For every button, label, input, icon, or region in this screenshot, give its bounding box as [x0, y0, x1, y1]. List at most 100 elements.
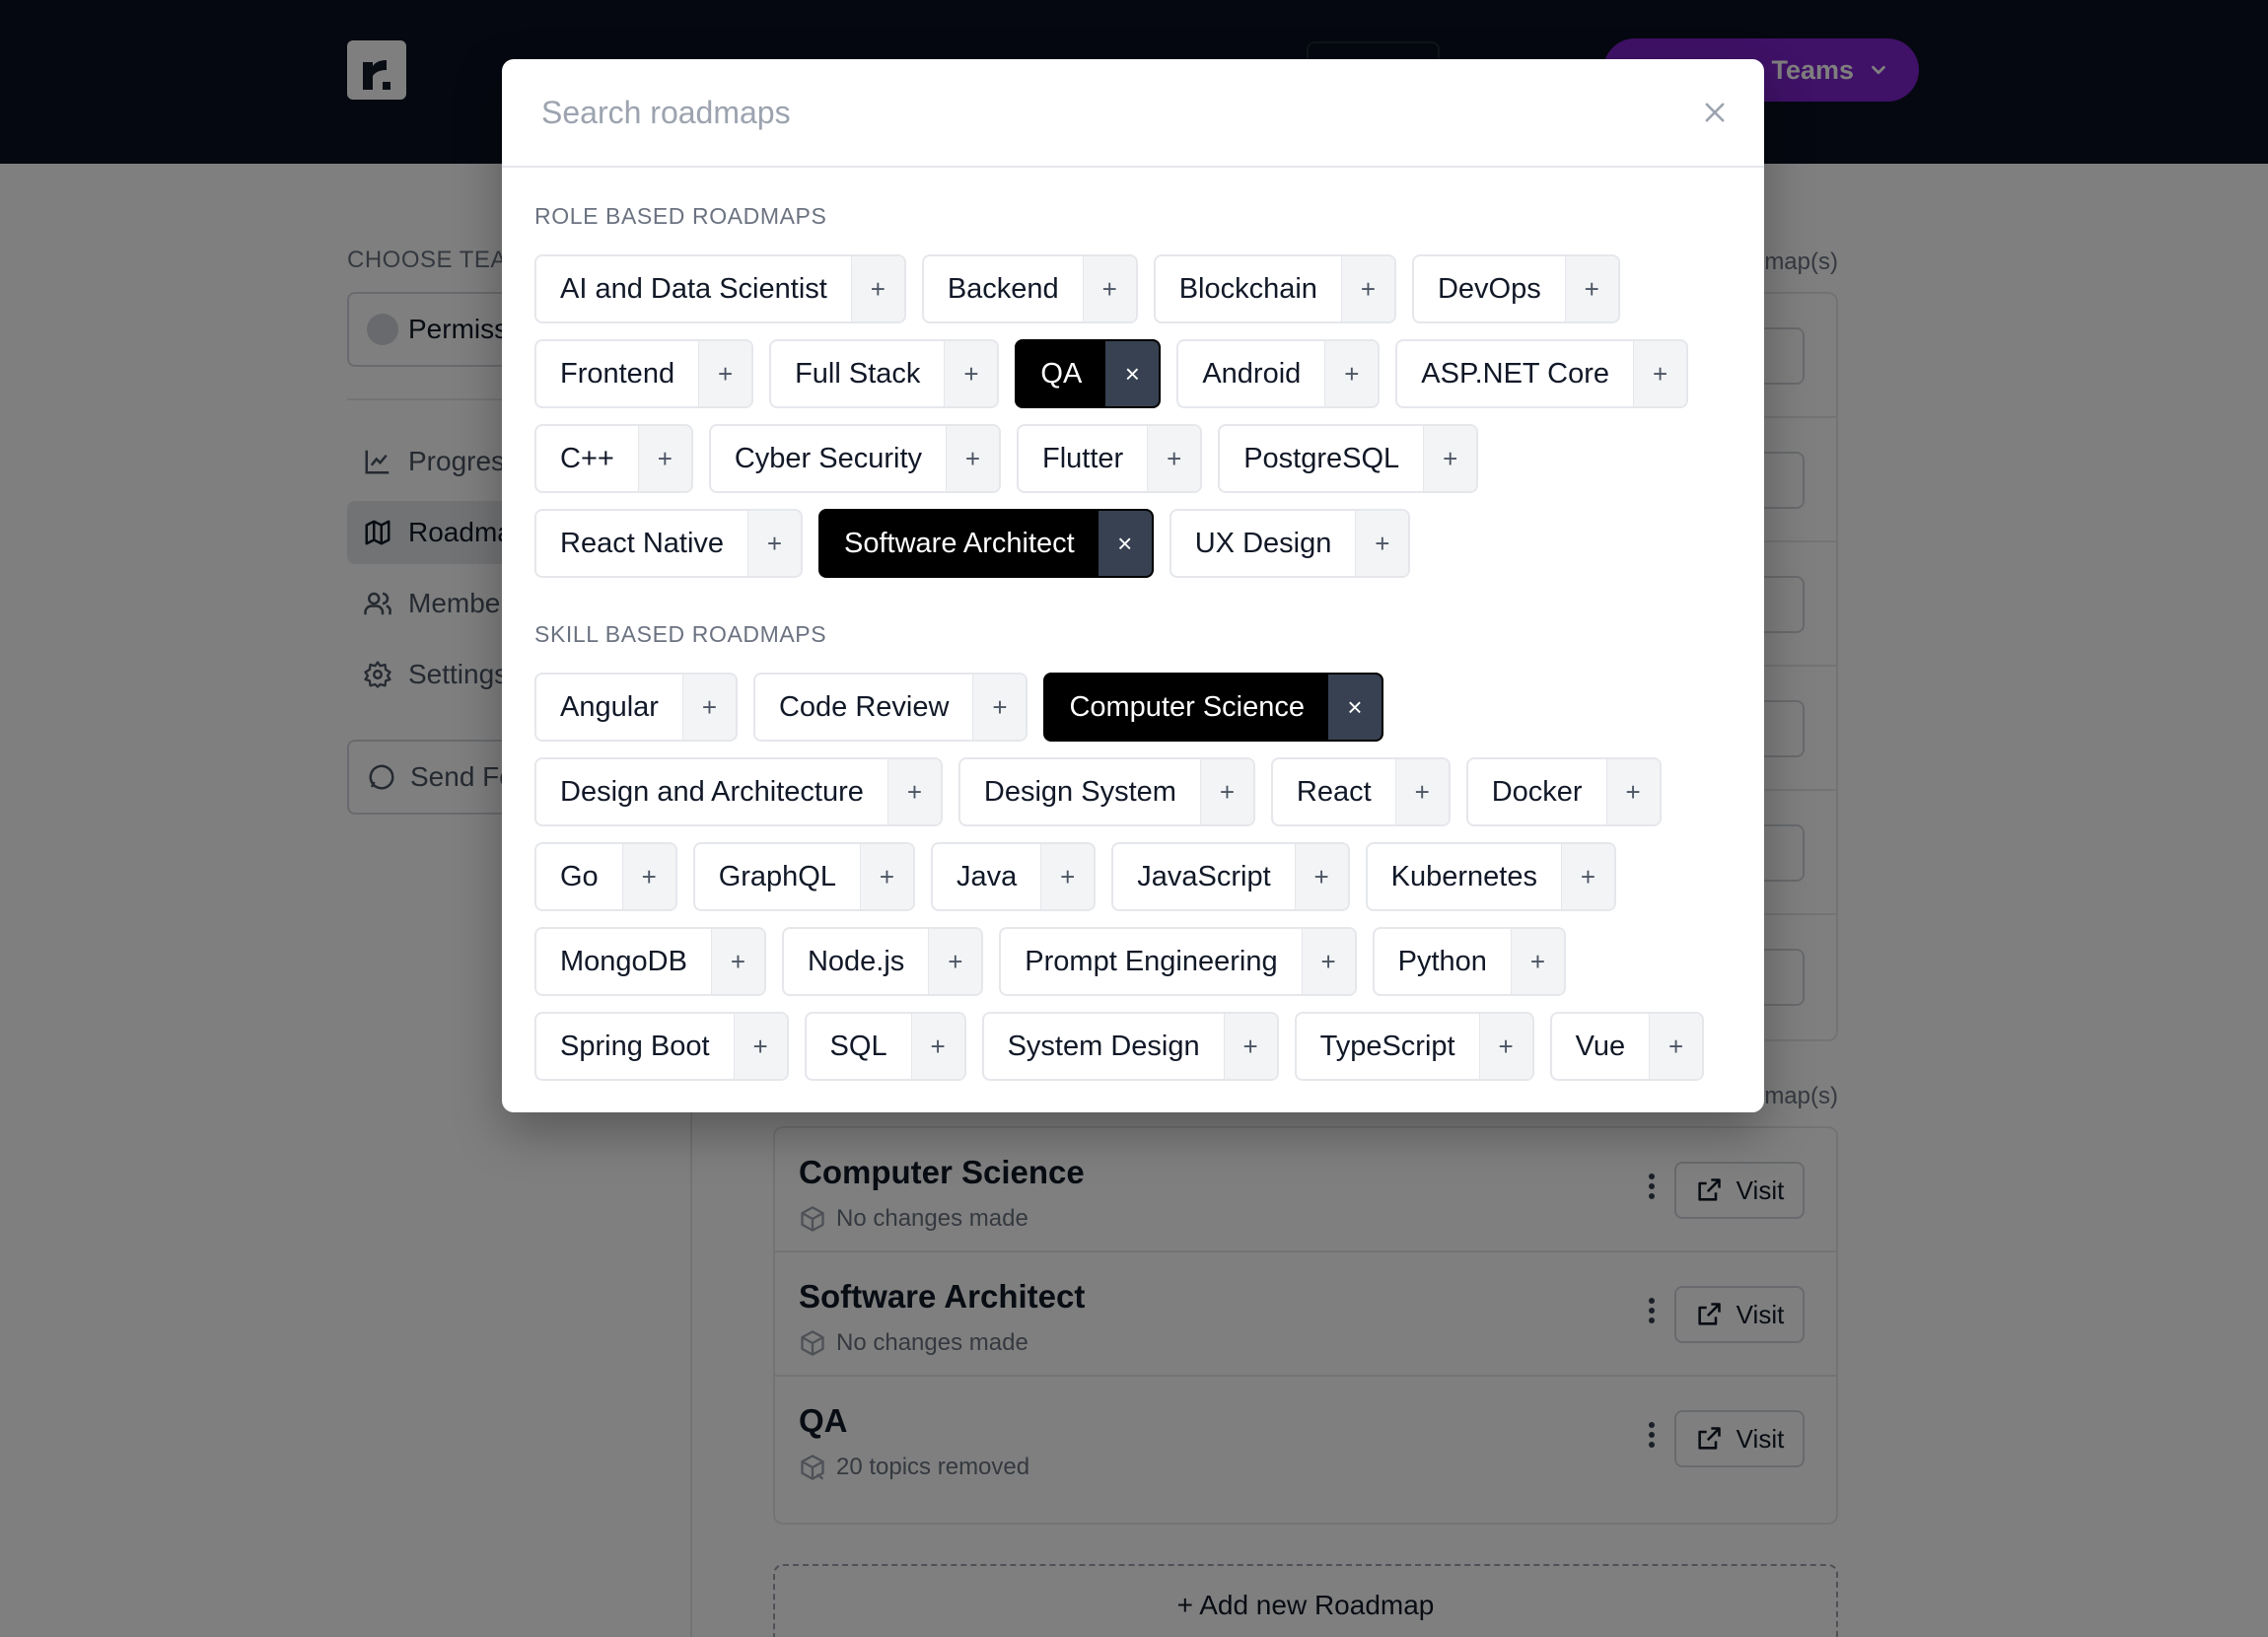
- roadmap-chip-label[interactable]: C++: [536, 426, 638, 491]
- roadmap-chip-design-and-architecture[interactable]: Design and Architecture +: [534, 757, 943, 826]
- roadmap-chip-kubernetes[interactable]: Kubernetes +: [1365, 842, 1616, 911]
- add-roadmap-button[interactable]: +: [1324, 341, 1379, 406]
- roadmap-chip-label[interactable]: Cyber Security: [711, 426, 946, 491]
- roadmap-chip-frontend[interactable]: Frontend +: [534, 339, 754, 408]
- roadmap-chip-java[interactable]: Java +: [930, 842, 1097, 911]
- roadmap-chip-label[interactable]: Spring Boot: [536, 1014, 734, 1079]
- add-roadmap-button[interactable]: +: [944, 341, 998, 406]
- roadmap-chip-javascript[interactable]: JavaScript +: [1111, 842, 1350, 911]
- roadmap-chip-typescript[interactable]: TypeScript +: [1294, 1012, 1534, 1081]
- roadmap-chip-full-stack[interactable]: Full Stack +: [769, 339, 1000, 408]
- roadmap-chip-label[interactable]: DevOps: [1414, 256, 1565, 321]
- roadmap-chip-label[interactable]: Frontend: [536, 341, 698, 406]
- roadmap-chip-go[interactable]: Go +: [534, 842, 677, 911]
- roadmap-chip-label[interactable]: Computer Science: [1045, 675, 1328, 740]
- roadmap-chip-label[interactable]: Blockchain: [1156, 256, 1341, 321]
- roadmap-chip-software-architect[interactable]: Software Architect ×: [818, 509, 1154, 578]
- add-roadmap-button[interactable]: +: [747, 511, 802, 576]
- roadmap-chip-react-native[interactable]: React Native +: [534, 509, 804, 578]
- roadmap-chip-label[interactable]: System Design: [984, 1014, 1224, 1079]
- roadmap-chip-label[interactable]: SQL: [807, 1014, 911, 1079]
- add-roadmap-button[interactable]: +: [972, 675, 1027, 740]
- add-roadmap-button[interactable]: +: [1147, 426, 1201, 491]
- add-roadmap-button[interactable]: +: [1294, 844, 1348, 909]
- roadmap-chip-label[interactable]: Android: [1178, 341, 1324, 406]
- roadmap-chip-label[interactable]: Code Review: [755, 675, 972, 740]
- roadmap-chip-label[interactable]: Vue: [1552, 1014, 1650, 1079]
- add-roadmap-button[interactable]: +: [1510, 929, 1564, 994]
- roadmap-chip-angular[interactable]: Angular +: [534, 673, 738, 742]
- add-roadmap-button[interactable]: +: [1040, 844, 1095, 909]
- add-roadmap-button[interactable]: +: [1082, 256, 1136, 321]
- roadmap-chip-qa[interactable]: QA ×: [1015, 339, 1162, 408]
- remove-roadmap-button[interactable]: ×: [1105, 341, 1160, 406]
- add-roadmap-button[interactable]: +: [681, 675, 736, 740]
- roadmap-chip-label[interactable]: PostgreSQL: [1220, 426, 1423, 491]
- remove-roadmap-button[interactable]: ×: [1098, 511, 1152, 576]
- roadmap-chip-label[interactable]: AI and Data Scientist: [536, 256, 851, 321]
- add-roadmap-button[interactable]: +: [1560, 844, 1614, 909]
- roadmap-chip-label[interactable]: Docker: [1468, 759, 1606, 824]
- add-roadmap-button[interactable]: +: [1199, 759, 1253, 824]
- roadmap-chip-label[interactable]: Python: [1375, 929, 1511, 994]
- add-roadmap-button[interactable]: +: [1340, 256, 1394, 321]
- add-roadmap-button[interactable]: +: [1355, 511, 1409, 576]
- roadmap-chip-label[interactable]: Java: [933, 844, 1040, 909]
- roadmap-chip-label[interactable]: Full Stack: [771, 341, 944, 406]
- roadmap-chip-label[interactable]: Design and Architecture: [536, 759, 887, 824]
- roadmap-chip-node-js[interactable]: Node.js +: [781, 927, 984, 996]
- add-roadmap-button[interactable]: +: [886, 759, 941, 824]
- roadmap-chip-label[interactable]: Kubernetes: [1368, 844, 1561, 909]
- roadmap-chip-label[interactable]: MongoDB: [536, 929, 711, 994]
- search-input[interactable]: [541, 85, 1626, 140]
- roadmap-chip-asp-net-core[interactable]: ASP.NET Core +: [1395, 339, 1689, 408]
- roadmap-chip-docker[interactable]: Docker +: [1465, 757, 1662, 826]
- add-roadmap-button[interactable]: +: [733, 1014, 787, 1079]
- roadmap-chip-label[interactable]: ASP.NET Core: [1397, 341, 1633, 406]
- roadmap-chip-vue[interactable]: Vue +: [1549, 1012, 1705, 1081]
- remove-roadmap-button[interactable]: ×: [1328, 675, 1382, 740]
- roadmap-chip-label[interactable]: React: [1273, 759, 1395, 824]
- roadmap-chip-label[interactable]: Design System: [960, 759, 1200, 824]
- roadmap-chip-graphql[interactable]: GraphQL +: [692, 842, 915, 911]
- add-roadmap-button[interactable]: +: [710, 929, 764, 994]
- roadmap-chip-label[interactable]: QA: [1017, 341, 1105, 406]
- roadmap-chip-spring-boot[interactable]: Spring Boot +: [534, 1012, 789, 1081]
- add-roadmap-button[interactable]: +: [698, 341, 752, 406]
- roadmap-chip-cyber-security[interactable]: Cyber Security +: [708, 424, 1001, 493]
- roadmap-chip-mongodb[interactable]: MongoDB +: [534, 927, 766, 996]
- add-roadmap-button[interactable]: +: [621, 844, 675, 909]
- add-roadmap-button[interactable]: +: [928, 929, 982, 994]
- close-button[interactable]: [1695, 93, 1735, 132]
- roadmap-chip-blockchain[interactable]: Blockchain +: [1153, 254, 1396, 323]
- add-roadmap-button[interactable]: +: [859, 844, 913, 909]
- add-roadmap-button[interactable]: +: [1605, 759, 1660, 824]
- roadmap-chip-flutter[interactable]: Flutter +: [1017, 424, 1203, 493]
- roadmap-chip-prompt-engineering[interactable]: Prompt Engineering +: [999, 927, 1357, 996]
- roadmap-chip-label[interactable]: GraphQL: [695, 844, 860, 909]
- roadmap-chip-design-system[interactable]: Design System +: [957, 757, 1255, 826]
- add-roadmap-button[interactable]: +: [910, 1014, 964, 1079]
- roadmap-chip-label[interactable]: Node.js: [784, 929, 928, 994]
- add-roadmap-button[interactable]: +: [1478, 1014, 1532, 1079]
- add-roadmap-button[interactable]: +: [1223, 1014, 1277, 1079]
- add-roadmap-button[interactable]: +: [1564, 256, 1618, 321]
- roadmap-chip-label[interactable]: Flutter: [1019, 426, 1147, 491]
- roadmap-chip-android[interactable]: Android +: [1176, 339, 1381, 408]
- roadmap-chip-label[interactable]: Software Architect: [820, 511, 1099, 576]
- roadmap-chip-c[interactable]: C++ +: [534, 424, 693, 493]
- roadmap-chip-label[interactable]: JavaScript: [1113, 844, 1294, 909]
- roadmap-chip-python[interactable]: Python +: [1372, 927, 1566, 996]
- roadmap-chip-label[interactable]: TypeScript: [1297, 1014, 1479, 1079]
- roadmap-chip-label[interactable]: Go: [536, 844, 622, 909]
- roadmap-chip-react[interactable]: React +: [1270, 757, 1451, 826]
- add-roadmap-button[interactable]: +: [850, 256, 904, 321]
- roadmap-chip-ai-and-data-scientist[interactable]: AI and Data Scientist +: [534, 254, 906, 323]
- add-roadmap-button[interactable]: +: [1394, 759, 1449, 824]
- roadmap-chip-label[interactable]: Prompt Engineering: [1001, 929, 1301, 994]
- roadmap-chip-code-review[interactable]: Code Review +: [752, 673, 1028, 742]
- add-roadmap-button[interactable]: +: [1423, 426, 1477, 491]
- roadmap-chip-system-design[interactable]: System Design +: [981, 1012, 1279, 1081]
- roadmap-chip-label[interactable]: Backend: [924, 256, 1083, 321]
- roadmap-chip-label[interactable]: UX Design: [1171, 511, 1356, 576]
